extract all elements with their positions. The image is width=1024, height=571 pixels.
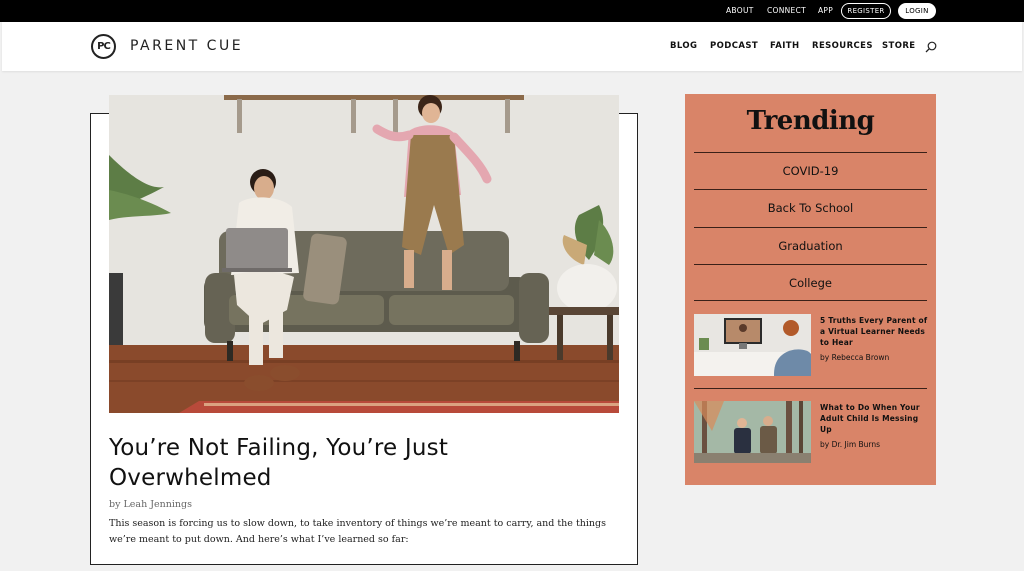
article-excerpt: This season is forcing us to slow down, … — [109, 518, 606, 545]
top-utility-bar: ABOUT CONNECT APP REGISTER LOGIN — [0, 0, 1024, 22]
logo-text[interactable]: PARENT CUE — [130, 38, 243, 54]
nav-blog[interactable]: BLOG — [670, 41, 697, 51]
app-link[interactable]: APP — [818, 6, 833, 15]
connect-link[interactable]: CONNECT — [767, 6, 806, 15]
article-hero-image[interactable] — [109, 95, 619, 413]
trending-post-1-title[interactable]: 5 Truths Every Parent of a Virtual Learn… — [820, 315, 930, 348]
trending-post-2-thumbnail[interactable] — [694, 401, 811, 463]
register-button[interactable]: REGISTER — [841, 3, 891, 19]
trending-topic-graduation[interactable]: Graduation — [694, 227, 927, 264]
nav-faith[interactable]: FAITH — [770, 41, 799, 51]
about-link[interactable]: ABOUT — [726, 6, 754, 15]
trending-topic-covid[interactable]: COVID-19 — [694, 152, 927, 189]
trending-topic-back-to-school[interactable]: Back To School — [694, 189, 927, 226]
logo-icon[interactable]: PC — [91, 34, 116, 59]
trending-post-1-thumbnail[interactable] — [694, 314, 811, 376]
trending-post-2[interactable]: What to Do When Your Adult Child Is Mess… — [694, 401, 927, 463]
nav-podcast[interactable]: PODCAST — [710, 41, 758, 51]
trending-divider — [694, 388, 927, 389]
trending-post-2-title[interactable]: What to Do When Your Adult Child Is Mess… — [820, 402, 930, 435]
trending-post-2-author: by Dr. Jim Burns — [820, 440, 881, 449]
trending-heading: Trending — [746, 106, 875, 136]
trending-post-1-author: by Rebecca Brown — [820, 353, 890, 362]
article-byline: by Leah Jennings — [109, 499, 192, 510]
trending-post-1[interactable]: 5 Truths Every Parent of a Virtual Learn… — [694, 314, 927, 376]
trending-topic-college[interactable]: College — [694, 264, 927, 301]
nav-resources[interactable]: RESOURCES — [812, 41, 873, 51]
search-icon[interactable] — [925, 41, 937, 53]
login-button[interactable]: LOGIN — [898, 3, 936, 19]
article-title[interactable]: You’re Not Failing, You’re Just Overwhel… — [109, 433, 609, 493]
nav-store[interactable]: STORE — [882, 41, 916, 51]
trending-sidebar: Trending COVID-19 Back To School Graduat… — [685, 94, 936, 485]
site-header: PC PARENT CUE BLOG PODCAST FAITH RESOURC… — [2, 22, 1022, 71]
